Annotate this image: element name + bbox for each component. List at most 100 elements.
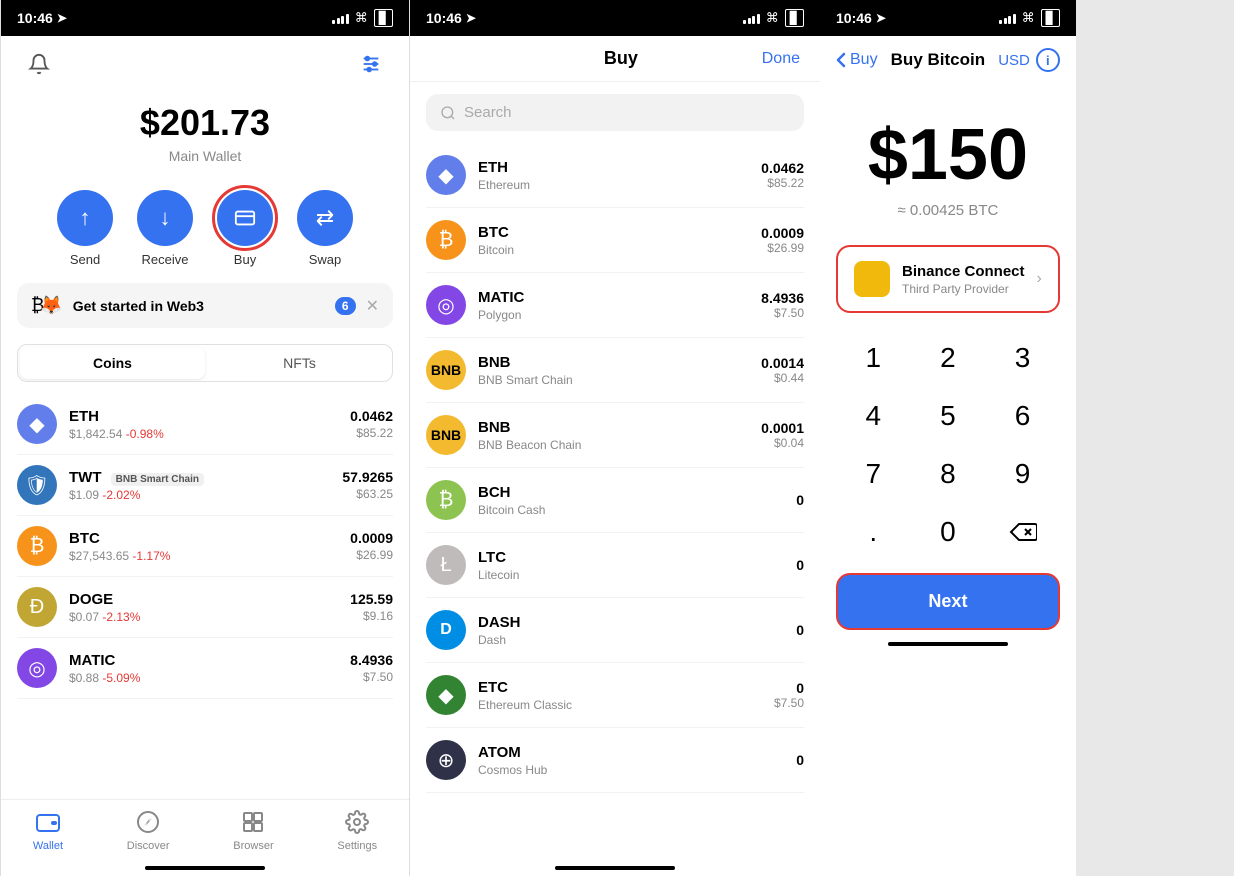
numpad-backspace[interactable]: [985, 503, 1060, 561]
swap-action[interactable]: ⇄ Swap: [297, 190, 353, 267]
battery-icon-3: ▊: [1041, 9, 1060, 27]
receive-button[interactable]: ↓: [137, 190, 193, 246]
next-button[interactable]: Next: [836, 573, 1060, 630]
notification-button[interactable]: [21, 46, 57, 82]
tab-coins[interactable]: Coins: [20, 347, 205, 379]
coin-list: ◆ ETH $1,842.54 -0.98% 0.0462 $85.22 🛡 T…: [1, 394, 409, 799]
screen-buy-bitcoin: 10:46 ➤ ⌘ ▊ Buy Buy Bitcoin USD: [820, 0, 1076, 876]
matic-info: MATIC $0.88 -5.09%: [69, 652, 338, 685]
eth-amount: 0.0462: [350, 408, 393, 424]
numpad-5[interactable]: 5: [911, 387, 986, 445]
filter-button[interactable]: [353, 46, 389, 82]
numpad-2[interactable]: 2: [911, 329, 986, 387]
buy-btc[interactable]: ₿ BTC Bitcoin 0.0009 $26.99: [426, 208, 804, 273]
search-input[interactable]: [464, 104, 790, 121]
matic-amount: 8.4936: [350, 652, 393, 668]
location-icon: ➤: [57, 11, 67, 25]
buy-atom[interactable]: ⊕ ATOM Cosmos Hub 0: [426, 728, 804, 793]
numpad-8[interactable]: 8: [911, 445, 986, 503]
buy-dash-value: 0: [796, 622, 804, 638]
signal-bars-3: [999, 12, 1016, 24]
coin-item-matic[interactable]: ◎ MATIC $0.88 -5.09% 8.4936 $7.50: [17, 638, 393, 699]
send-button[interactable]: ↑: [57, 190, 113, 246]
coin-item-twt[interactable]: 🛡 TWT BNB Smart Chain $1.09 -2.02% 57.92…: [17, 455, 393, 516]
doge-symbol: DOGE: [69, 591, 338, 608]
done-button[interactable]: Done: [762, 50, 800, 68]
coin-item-doge[interactable]: Ð DOGE $0.07 -2.13% 125.59 $9.16: [17, 577, 393, 638]
provider-selector[interactable]: Binance Connect Third Party Provider ›: [836, 245, 1060, 313]
currency-button[interactable]: USD: [998, 52, 1030, 69]
wifi-icon-1: ⌘: [355, 10, 368, 26]
buy-btc-symbol: BTC: [478, 224, 749, 241]
asset-tabs: Coins NFTs: [17, 344, 393, 382]
receive-label: Receive: [142, 252, 189, 267]
buy-bnb-smart-value: 0.0014 $0.44: [761, 355, 804, 385]
numpad-7[interactable]: 7: [836, 445, 911, 503]
status-bar-2: 10:46 ➤ ⌘ ▊: [410, 0, 820, 36]
status-time-2: 10:46 ➤: [426, 10, 476, 26]
buy-ltc[interactable]: Ł LTC Litecoin 0: [426, 533, 804, 598]
send-action[interactable]: ↑ Send: [57, 190, 113, 267]
crypto-approx: ≈ 0.00425 BTC: [840, 202, 1056, 219]
numpad-1[interactable]: 1: [836, 329, 911, 387]
numpad-9[interactable]: 9: [985, 445, 1060, 503]
buy-bch[interactable]: ₿ BCH Bitcoin Cash 0: [426, 468, 804, 533]
signal-bars-1: [332, 12, 349, 24]
numpad-0[interactable]: 0: [911, 503, 986, 561]
web3-banner[interactable]: ₿ 🦊 Get started in Web3 6 ✕: [17, 283, 393, 328]
buy-btc-info: BTC Bitcoin: [478, 224, 749, 257]
buy-bnb-beacon-value: 0.0001 $0.04: [761, 420, 804, 450]
buy-etc[interactable]: ◆ ETC Ethereum Classic 0 $7.50: [426, 663, 804, 728]
coin-item-eth[interactable]: ◆ ETH $1,842.54 -0.98% 0.0462 $85.22: [17, 394, 393, 455]
buy-bnb-smart-symbol: BNB: [478, 354, 749, 371]
swap-button[interactable]: ⇄: [297, 190, 353, 246]
buy-eth[interactable]: ◆ ETH Ethereum 0.0462 $85.22: [426, 143, 804, 208]
receive-action[interactable]: ↓ Receive: [137, 190, 193, 267]
buy-bch-amount: 0: [796, 492, 804, 508]
buy-matic-value: 8.4936 $7.50: [761, 290, 804, 320]
buy-ltc-icon: Ł: [426, 545, 466, 585]
buy-button[interactable]: [217, 190, 273, 246]
bottom-nav: Wallet Discover Browser: [1, 799, 409, 866]
search-bar[interactable]: [426, 94, 804, 131]
doge-usd: $9.16: [350, 609, 393, 623]
swap-label: Swap: [309, 252, 342, 267]
nav-settings[interactable]: Settings: [337, 808, 377, 852]
signal-bar-3: [341, 16, 344, 24]
buy-bnb-smart[interactable]: BNB BNB BNB Smart Chain 0.0014 $0.44: [426, 338, 804, 403]
buy-btc-amount: 0.0009: [761, 225, 804, 241]
bell-icon: [28, 53, 50, 75]
tab-nfts[interactable]: NFTs: [207, 345, 392, 381]
balance-amount: $201.73: [21, 102, 389, 144]
buy-bch-info: BCH Bitcoin Cash: [478, 484, 784, 517]
nav-discover[interactable]: Discover: [127, 808, 170, 852]
numpad-6[interactable]: 6: [985, 387, 1060, 445]
home-indicator-3: [888, 642, 1008, 646]
status-time-3: 10:46 ➤: [836, 10, 886, 26]
twt-amount: 57.9265: [342, 469, 393, 485]
btc-value: 0.0009 $26.99: [350, 530, 393, 562]
buy-matic[interactable]: ◎ MATIC Polygon 8.4936 $7.50: [426, 273, 804, 338]
s2-bar4: [757, 14, 760, 24]
back-button[interactable]: Buy: [836, 51, 878, 69]
info-button[interactable]: i: [1036, 48, 1060, 72]
buy-matic-amount: 8.4936: [761, 290, 804, 306]
buy-bnb-beacon[interactable]: BNB BNB BNB Beacon Chain 0.0001 $0.04: [426, 403, 804, 468]
twt-info: TWT BNB Smart Chain $1.09 -2.02%: [69, 469, 330, 502]
buy-etc-amount: 0: [774, 680, 804, 696]
coin-item-btc[interactable]: ₿ BTC $27,543.65 -1.17% 0.0009 $26.99: [17, 516, 393, 577]
nav-wallet[interactable]: Wallet: [33, 808, 63, 852]
buy-bnb-smart-icon: BNB: [426, 350, 466, 390]
numpad-dot[interactable]: .: [836, 503, 911, 561]
buy-icon: [234, 207, 256, 229]
btc-usd: $26.99: [350, 548, 393, 562]
numpad-4[interactable]: 4: [836, 387, 911, 445]
buy-action[interactable]: Buy: [217, 190, 273, 267]
buy-eth-symbol: ETH: [478, 159, 749, 176]
buy-etc-info: ETC Ethereum Classic: [478, 679, 762, 712]
numpad-3[interactable]: 3: [985, 329, 1060, 387]
web3-close-button[interactable]: ✕: [366, 296, 379, 316]
buy-matic-usd: $7.50: [761, 306, 804, 320]
buy-dash[interactable]: D DASH Dash 0: [426, 598, 804, 663]
nav-browser[interactable]: Browser: [233, 808, 273, 852]
